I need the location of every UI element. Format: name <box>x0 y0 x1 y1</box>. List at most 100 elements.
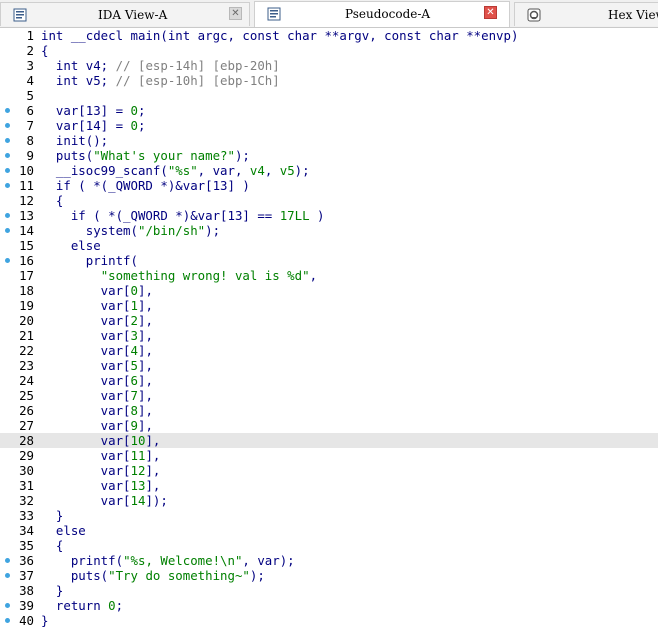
code-line[interactable]: 29 var[11], <box>0 448 658 463</box>
code-token: printf( <box>41 253 138 268</box>
tab-ida-view-a[interactable]: IDA View-A ✕ <box>0 2 250 26</box>
code-line[interactable]: 28 var[10], <box>0 433 658 448</box>
code-line[interactable]: 23 var[5], <box>0 358 658 373</box>
tab-pseudocode-a[interactable]: Pseudocode-A ✕ <box>254 1 510 27</box>
code-line[interactable]: 2{ <box>0 43 658 58</box>
code-line[interactable]: 35 { <box>0 538 658 553</box>
code-line[interactable]: 31 var[13], <box>0 478 658 493</box>
code-line[interactable]: 38 } <box>0 583 658 598</box>
code-line[interactable]: 17 "something wrong! val is %d", <box>0 268 658 283</box>
tab-label: Hex View- <box>608 8 658 22</box>
code-line[interactable]: 10 __isoc99_scanf("%s", var, v4, v5); <box>0 163 658 178</box>
code-line[interactable]: 7 var[14] = 0; <box>0 118 658 133</box>
code-token: 8 <box>130 403 138 418</box>
pseudocode-editor[interactable]: 1 int __cdecl main(int argc, const char *… <box>0 28 658 631</box>
code-text: var[6], <box>41 373 153 388</box>
code-text: puts("Try do something~"); <box>41 568 265 583</box>
code-token: puts( <box>41 148 94 163</box>
code-line[interactable]: 34 else <box>0 523 658 538</box>
code-token: ], <box>138 343 153 358</box>
code-token: ); <box>249 568 265 583</box>
code-line[interactable]: 12 { <box>0 193 658 208</box>
code-token: { <box>41 193 64 208</box>
code-token: ], <box>138 358 153 373</box>
code-token: 5 <box>130 358 138 373</box>
code-line[interactable]: 9 puts("What's your name?"); <box>0 148 658 163</box>
code-line[interactable]: 22 var[4], <box>0 343 658 358</box>
line-number: 39 <box>19 598 34 613</box>
line-number: 23 <box>19 358 34 373</box>
line-number: 38 <box>19 583 34 598</box>
close-icon[interactable]: ✕ <box>484 6 497 19</box>
code-text: int v5; // [esp-10h] [ebp-1Ch] <box>41 73 280 88</box>
code-token: v5 <box>279 163 295 178</box>
code-line[interactable]: 5 <box>0 88 658 103</box>
code-line[interactable]: 4 int v5; // [esp-10h] [ebp-1Ch] <box>0 73 658 88</box>
code-token: return <box>41 598 109 613</box>
code-token: ], <box>138 403 153 418</box>
code-token: 1 <box>130 298 138 313</box>
code-line[interactable]: 40} <box>0 613 658 628</box>
code-line[interactable]: 21 var[3], <box>0 328 658 343</box>
line-number: 12 <box>19 193 34 208</box>
code-line[interactable]: 24 var[6], <box>0 373 658 388</box>
code-line[interactable]: 26 var[8], <box>0 403 658 418</box>
code-line[interactable]: 16 printf( <box>0 253 658 268</box>
code-line[interactable]: 3 int v4; // [esp-14h] [ebp-20h] <box>0 58 658 73</box>
code-token: v4 <box>249 163 265 178</box>
code-line[interactable]: 18 var[0], <box>0 283 658 298</box>
code-token: ], <box>138 313 153 328</box>
code-token: var[ <box>41 358 131 373</box>
code-line[interactable]: 14 system("/bin/sh"); <box>0 223 658 238</box>
code-text: var[9], <box>41 418 153 433</box>
code-text: else <box>41 238 101 253</box>
code-line[interactable]: 20 var[2], <box>0 313 658 328</box>
line-number: 30 <box>19 463 34 478</box>
line-number: 7 <box>26 118 34 133</box>
code-text: { <box>41 538 63 553</box>
code-token: 0 <box>130 283 138 298</box>
code-token: else <box>41 238 101 253</box>
tab-hex-view[interactable]: Hex View- <box>514 2 658 26</box>
code-text: var[13], <box>41 478 161 493</box>
code-line[interactable]: 27 var[9], <box>0 418 658 433</box>
code-line[interactable]: 36 printf("%s, Welcome!\n", var); <box>0 553 658 568</box>
code-line[interactable]: 33 } <box>0 508 658 523</box>
code-line[interactable]: 30 var[12], <box>0 463 658 478</box>
code-line[interactable]: 13 if ( *(_QWORD *)&var[13] == 17LL ) <box>0 208 658 223</box>
code-line[interactable]: 32 var[14]); <box>0 493 658 508</box>
code-line[interactable]: 11 if ( *(_QWORD *)&var[13] ) <box>0 178 658 193</box>
code-line[interactable]: 8 init(); <box>0 133 658 148</box>
code-text: system("/bin/sh"); <box>41 223 220 238</box>
line-number: 29 <box>19 448 34 463</box>
code-text: init(); <box>41 133 108 148</box>
line-number: 33 <box>19 508 34 523</box>
code-line[interactable]: 25 var[7], <box>0 388 658 403</box>
line-number: 17 <box>19 268 34 283</box>
code-token: ; <box>115 598 124 613</box>
code-line[interactable]: 1 int __cdecl main(int argc, const char *… <box>0 28 658 43</box>
code-line[interactable]: 39 return 0; <box>0 598 658 613</box>
code-token: "%s" <box>167 163 198 178</box>
close-icon[interactable]: ✕ <box>229 7 242 20</box>
code-line[interactable]: 37 puts("Try do something~"); <box>0 568 658 583</box>
code-line[interactable]: 15 else <box>0 238 658 253</box>
code-line[interactable]: 19 var[1], <box>0 298 658 313</box>
code-text: var[0], <box>41 283 153 298</box>
code-token: ; <box>138 103 146 118</box>
code-text: __isoc99_scanf("%s", var, v4, v5); <box>41 163 310 178</box>
code-text: var[14] = 0; <box>41 118 146 133</box>
code-token: var[ <box>41 403 131 418</box>
code-token: var[ <box>41 388 131 403</box>
code-token: 17LL <box>279 208 310 223</box>
line-number: 32 <box>19 493 34 508</box>
code-token: 6 <box>130 373 138 388</box>
code-token: 3 <box>130 328 138 343</box>
code-line[interactable]: 6 var[13] = 0; <box>0 103 658 118</box>
code-token: 7 <box>130 388 138 403</box>
code-token: else <box>41 523 86 538</box>
code-token: int v4; <box>41 58 116 73</box>
code-text: int __cdecl main(int argc, const char **… <box>41 28 518 43</box>
code-token: 9 <box>130 418 138 433</box>
